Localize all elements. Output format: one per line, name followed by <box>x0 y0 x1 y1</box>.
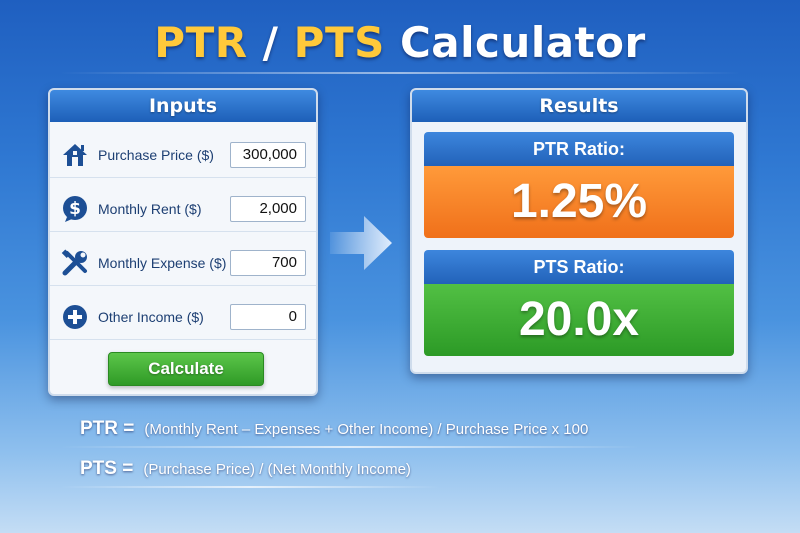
ptr-formula-divider <box>60 446 640 448</box>
svg-text:$: $ <box>69 199 81 219</box>
ptr-formula: PTR = (Monthly Rent – Expenses + Other In… <box>80 418 588 440</box>
ptr-label: PTR Ratio: <box>424 132 734 166</box>
other-income-input[interactable]: 0 <box>230 303 306 330</box>
inputs-header: Inputs <box>50 90 316 122</box>
pts-label: PTS Ratio: <box>424 250 734 284</box>
monthly-rent-label: Monthly Rent ($) <box>98 200 202 217</box>
house-icon <box>60 140 90 170</box>
page-title: PTR / PTS Calculator <box>154 18 646 67</box>
dollar-bubble-icon: $ <box>60 194 90 224</box>
other-income-row: Other Income ($) 0 <box>50 294 316 340</box>
pts-formula-lhs: PTS = <box>80 458 134 479</box>
tools-icon <box>60 248 90 278</box>
arrow-right-icon <box>330 212 394 278</box>
calculate-button[interactable]: Calculate <box>108 352 264 386</box>
monthly-rent-input[interactable]: 2,000 <box>230 195 306 222</box>
pts-formula-rhs: (Purchase Price) / (Net Monthly Income) <box>143 461 411 478</box>
title-divider <box>60 72 740 74</box>
monthly-expense-label: Monthly Expense ($) <box>98 254 227 271</box>
plus-circle-icon <box>60 302 90 332</box>
purchase-price-row: Purchase Price ($) 300,000 <box>50 132 316 178</box>
pts-result-card: PTS Ratio: 20.0x <box>424 250 734 356</box>
ptr-formula-rhs: (Monthly Rent – Expenses + Other Income)… <box>144 421 589 438</box>
other-income-label: Other Income ($) <box>98 308 204 325</box>
pts-formula-divider <box>60 486 440 488</box>
monthly-expense-row: Monthly Expense ($) 700 <box>50 240 316 286</box>
results-panel: Results PTR Ratio: 1.25% PTS Ratio: 20.0… <box>410 88 748 374</box>
pts-value: 20.0x <box>424 284 734 356</box>
results-header: Results <box>412 90 746 122</box>
monthly-expense-input[interactable]: 700 <box>230 249 306 276</box>
ptr-value: 1.25% <box>424 166 734 238</box>
ptr-formula-lhs: PTR = <box>80 418 135 439</box>
monthly-rent-row: $ Monthly Rent ($) 2,000 <box>50 186 316 232</box>
purchase-price-label: Purchase Price ($) <box>98 146 214 163</box>
purchase-price-input[interactable]: 300,000 <box>230 141 306 168</box>
pts-formula: PTS = (Purchase Price) / (Net Monthly Inc… <box>80 458 411 480</box>
ptr-result-card: PTR Ratio: 1.25% <box>424 132 734 238</box>
inputs-panel: Inputs Purchase Price ($) 300,000 $ Mont… <box>48 88 318 396</box>
